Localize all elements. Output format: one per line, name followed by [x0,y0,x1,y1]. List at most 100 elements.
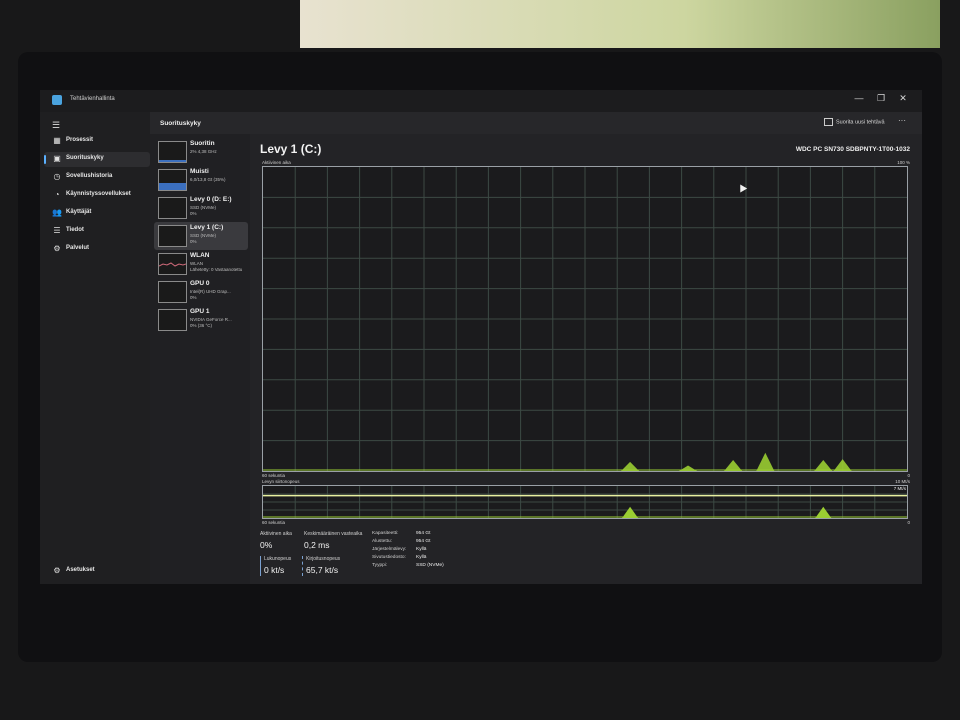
sidebar-item-label: Suorituskyky [66,155,104,161]
details-icon: ☰ [53,226,61,235]
prop-capacity-value: 954 Gt [416,531,431,536]
sidebar-item-details[interactable]: ☰ Tiedot [44,224,150,239]
startup-icon: ◔ [54,190,60,199]
read-speed-label: Lukunopeus [264,556,292,562]
transfer-marker-label: 7 Mt/s [893,486,906,491]
sidebar: ☰ ▦ Prosessit ▣ Suorituskyky ◷ Sovellush… [40,112,150,584]
device-name: Levy 1 (C:) [190,224,224,231]
device-name: Muisti [190,168,209,175]
transfer-rate-graph [262,485,908,519]
run-new-task-button[interactable]: Suorita uusi tehtävä [824,118,885,126]
gpu-thumbnail [158,309,187,331]
sidebar-item-services[interactable]: ⚙ Palvelut [44,242,150,257]
sidebar-item-users[interactable]: 👥 Käyttäjät [44,206,150,221]
transfer-rate-max: 10 Mt/s [895,479,910,484]
device-name: GPU 0 [190,280,210,287]
active-spike [621,461,640,471]
active-time-stat-value: 0% [260,540,273,550]
device-item-wlan[interactable]: WLAN WLAN Lähetetty: 0 Vastaanotettu [154,250,248,278]
sidebar-item-label: Palvelut [66,245,90,251]
graph-zero-label-2: 0 [907,520,910,525]
content-area: Suorituskyky Suorita uusi tehtävä ··· Su… [150,112,922,584]
write-speed-indicator [302,556,304,576]
task-manager-window: Tehtävienhallinta — ❐ ✕ ☰ ▦ Prosessit ▣ … [40,90,922,584]
prop-system-disk-key: Järjestelmälevy: [372,547,407,552]
device-name: Levy 0 (D: E:) [190,196,232,203]
active-spike [833,459,852,471]
device-usage: 0% (36 °C) [190,323,213,328]
device-item-gpu-1[interactable]: GPU 1 NVIDIA GeForce R... 0% (36 °C) [154,306,248,334]
avg-response-label: Keskimääräinen vasteaika [304,531,363,537]
device-item-memory[interactable]: Muisti 6,0/13,8 Gt (35%) [154,166,248,194]
close-button[interactable]: ✕ [896,93,910,104]
device-item-gpu-0[interactable]: GPU 0 Intel(R) UHD Grap... 0% [154,278,248,306]
sidebar-item-settings[interactable]: ⚙ Asetukset [44,564,150,579]
app-title: Tehtävienhallinta [70,96,115,102]
device-name: Suoritin [190,140,215,147]
device-usage: 0% [190,295,197,300]
run-task-icon [824,118,833,126]
disk-title: Levy 1 (C:) [260,142,322,156]
device-detail: WLAN [190,261,204,266]
services-icon: ⚙ [53,244,61,253]
device-item-disk-0[interactable]: Levy 0 (D: E:) SSD (NVMe) 0% [154,194,248,222]
wlan-thumbnail [158,253,187,275]
sidebar-item-label: Prosessit [66,137,94,143]
active-spike [724,460,743,471]
device-detail: SSD (NVMe) [190,233,217,238]
sidebar-item-label: Tiedot [66,227,84,233]
thumbnail-fill [159,183,186,190]
device-name: WLAN [190,252,210,259]
device-detail: SSD (NVMe) [190,205,217,210]
prop-capacity-key: Kapasiteetti: [372,531,399,536]
sidebar-item-label: Sovellushistoria [66,173,113,179]
device-list: Suoritin 2% 4,38 GHz Muisti 6,0/13,8 Gt … [150,134,250,584]
sidebar-item-processes[interactable]: ▦ Prosessit [44,134,150,149]
device-detail: Intel(R) UHD Grap... [190,289,231,294]
prop-formatted-value: 954 Gt [416,539,431,544]
minimize-button[interactable]: — [852,93,866,103]
transfer-rate-graph-svg [263,486,907,518]
gear-icon: ⚙ [53,566,61,575]
prop-type-value: SSD (NVMe) [416,563,444,568]
prop-page-file-value: Kyllä [416,555,427,560]
device-detail: NVIDIA GeForce R... [190,317,232,322]
device-usage: 0% [190,211,197,216]
history-icon: ◷ [53,172,61,181]
background-monitor [300,0,940,48]
disk-model: WDC PC SN730 SDBPNTY-1T00-1032 [795,146,910,153]
active-spike [756,452,775,471]
thumbnail-fill [159,160,186,162]
device-usage: Lähetetty: 0 Vastaanotettu [190,267,243,272]
task-manager-icon [52,95,62,105]
header-bar: Suorituskyky Suorita uusi tehtävä ··· [150,112,922,134]
active-spike [814,460,833,471]
sidebar-item-label: Käynnistyssovellukset [66,191,131,197]
write-speed-label: Kirjoitusnopeus [306,556,341,562]
active-time-stat-label: Aktiivinen aika [260,531,292,537]
sidebar-item-label: Käyttäjät [66,209,92,215]
transfer-rate-label: Levyn siirtonopeus [262,479,300,484]
device-item-disk-1[interactable]: Levy 1 (C:) SSD (NVMe) 0% [154,222,248,250]
active-time-max: 100 % [897,160,910,165]
hamburger-menu-icon[interactable]: ☰ [52,120,60,131]
prop-system-disk-value: Kyllä [416,547,427,552]
performance-icon: ▣ [53,154,61,163]
sidebar-item-performance[interactable]: ▣ Suorituskyky [44,152,150,167]
write-speed-value: 65,7 kt/s [306,565,339,575]
prop-formatted-key: Alustettu: [372,539,392,544]
prop-page-file-key: Sivutustiedosto: [372,555,406,560]
active-time-graph-svg [263,167,907,471]
more-options-icon[interactable]: ··· [898,116,906,125]
maximize-button[interactable]: ❐ [874,93,888,104]
grid-icon: ▦ [53,136,61,145]
device-item-cpu[interactable]: Suoritin 2% 4,38 GHz [154,138,248,166]
run-task-label: Suorita uusi tehtävä [836,119,885,126]
sidebar-item-app-history[interactable]: ◷ Sovellushistoria [44,170,150,185]
sidebar-item-startup-apps[interactable]: ◔ Käynnistyssovellukset [44,188,150,203]
device-detail: 6,0/13,8 Gt (35%) [190,177,226,182]
device-detail: 2% 4,38 GHz [190,149,217,154]
device-name: GPU 1 [190,308,210,315]
transfer-spike [815,506,832,518]
memory-thumbnail [158,169,187,191]
